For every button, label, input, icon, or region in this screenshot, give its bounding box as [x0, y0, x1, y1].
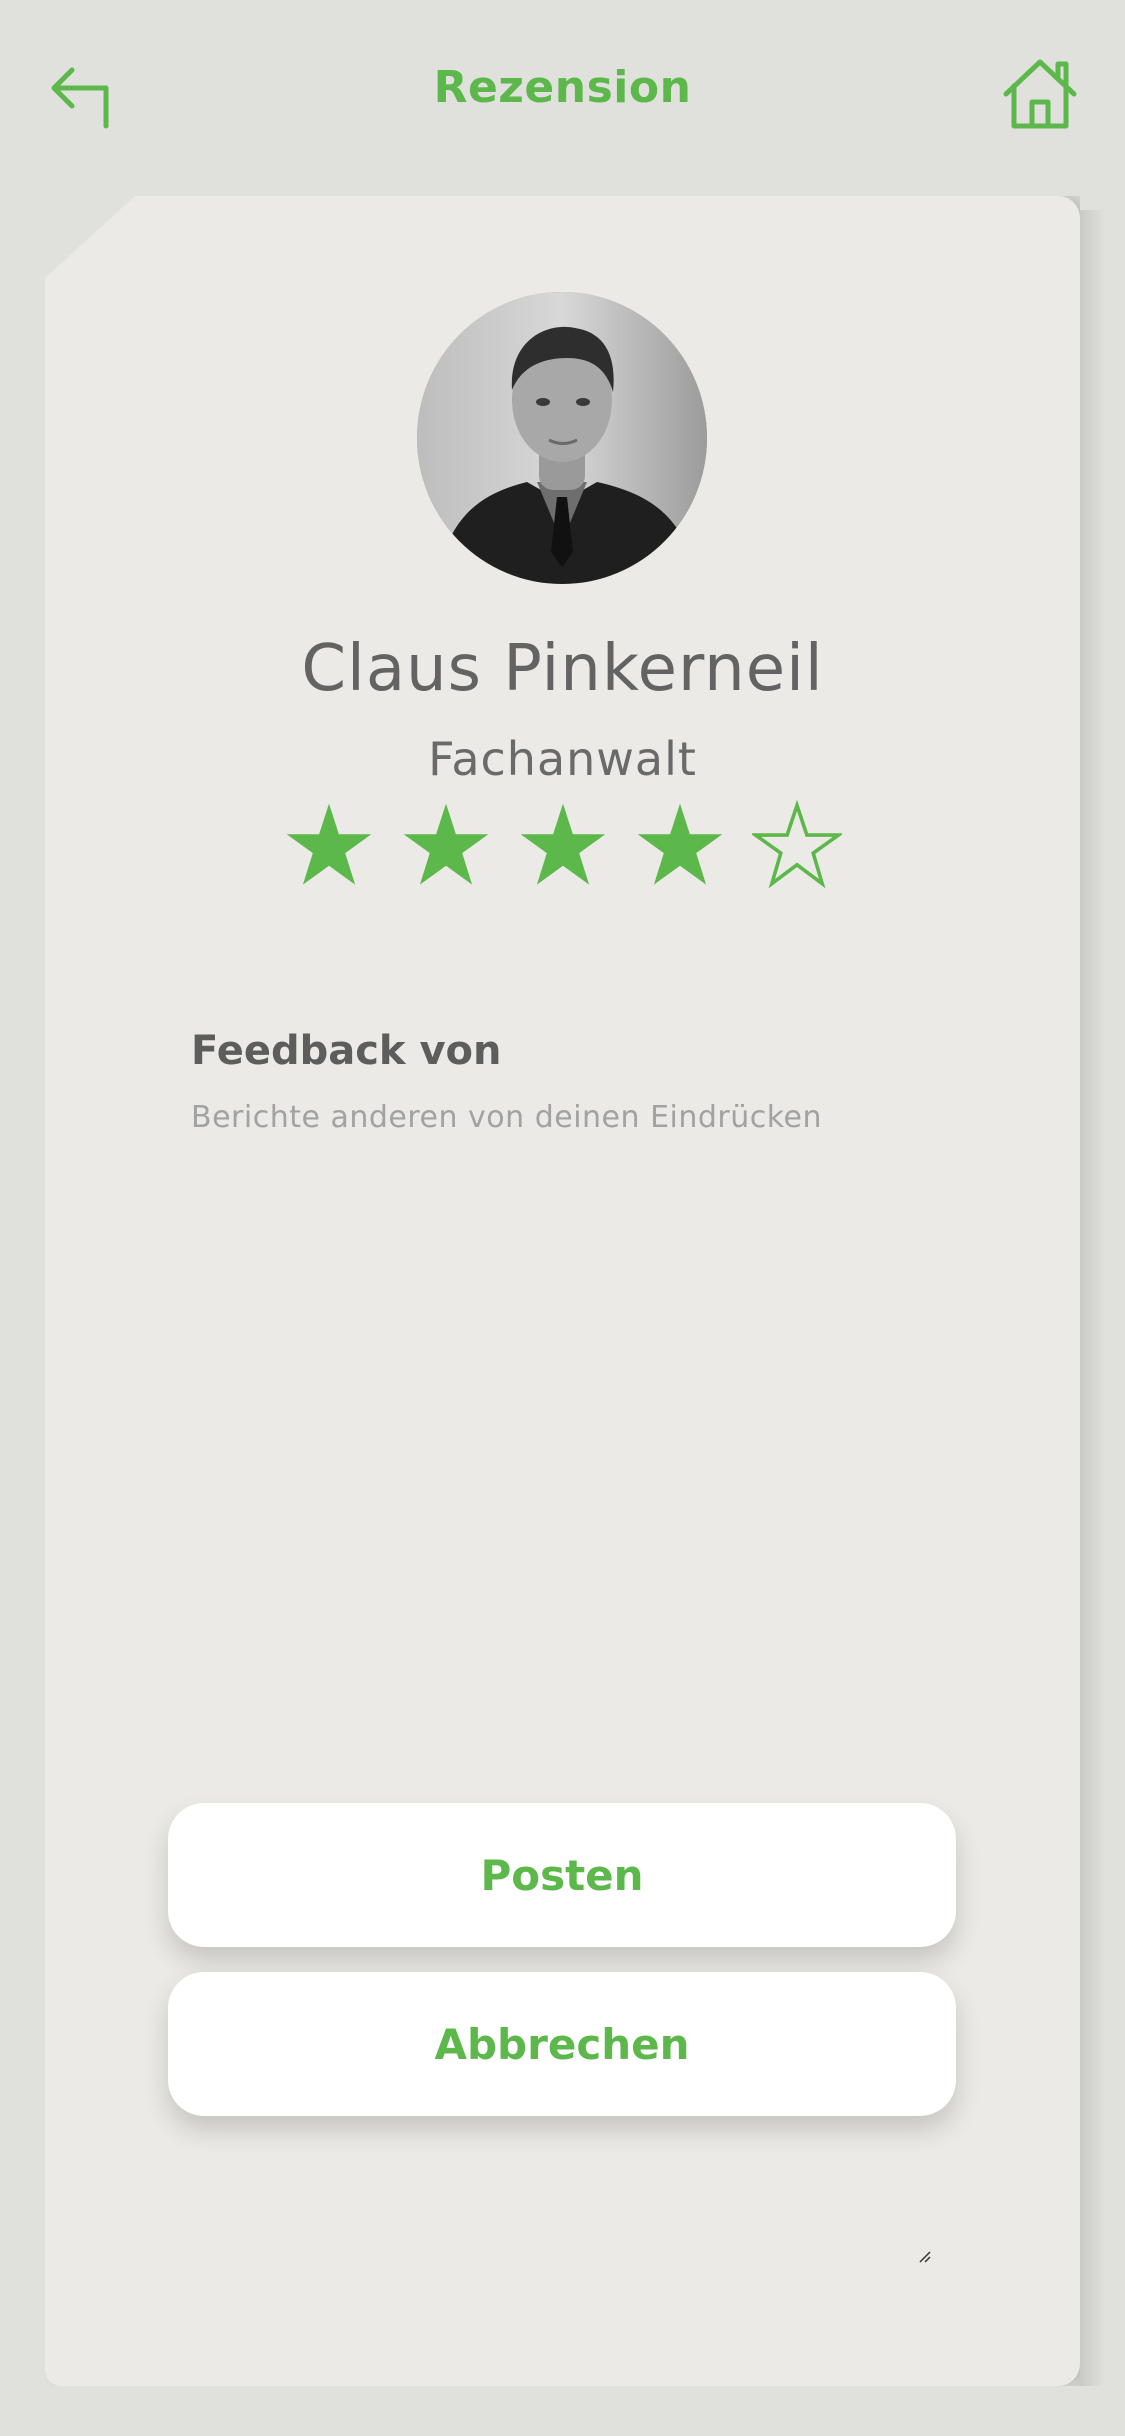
star-rating[interactable] [280, 800, 845, 900]
star-filled-icon[interactable] [401, 800, 491, 890]
card-shadow [1080, 210, 1106, 2386]
star-outline-icon[interactable] [752, 800, 842, 890]
home-icon [1003, 59, 1077, 129]
post-button[interactable]: Posten [168, 1803, 956, 1947]
star-filled-icon[interactable] [518, 800, 608, 890]
avatar [417, 292, 707, 584]
star-filled-icon[interactable] [635, 800, 725, 890]
star-filled-icon[interactable] [284, 800, 374, 890]
resize-handle-icon[interactable] [918, 2250, 932, 2264]
feedback-title: Feedback von [191, 1028, 502, 1074]
home-button[interactable] [1000, 56, 1080, 132]
profile-role: Fachanwalt [428, 732, 697, 786]
profile-photo [417, 292, 707, 584]
profile-name: Claus Pinkerneil [301, 632, 824, 706]
feedback-input[interactable] [191, 1100, 951, 1660]
header: Rezension [0, 0, 1125, 190]
cancel-button[interactable]: Abbrechen [168, 1972, 956, 2116]
page-title: Rezension [433, 62, 692, 113]
